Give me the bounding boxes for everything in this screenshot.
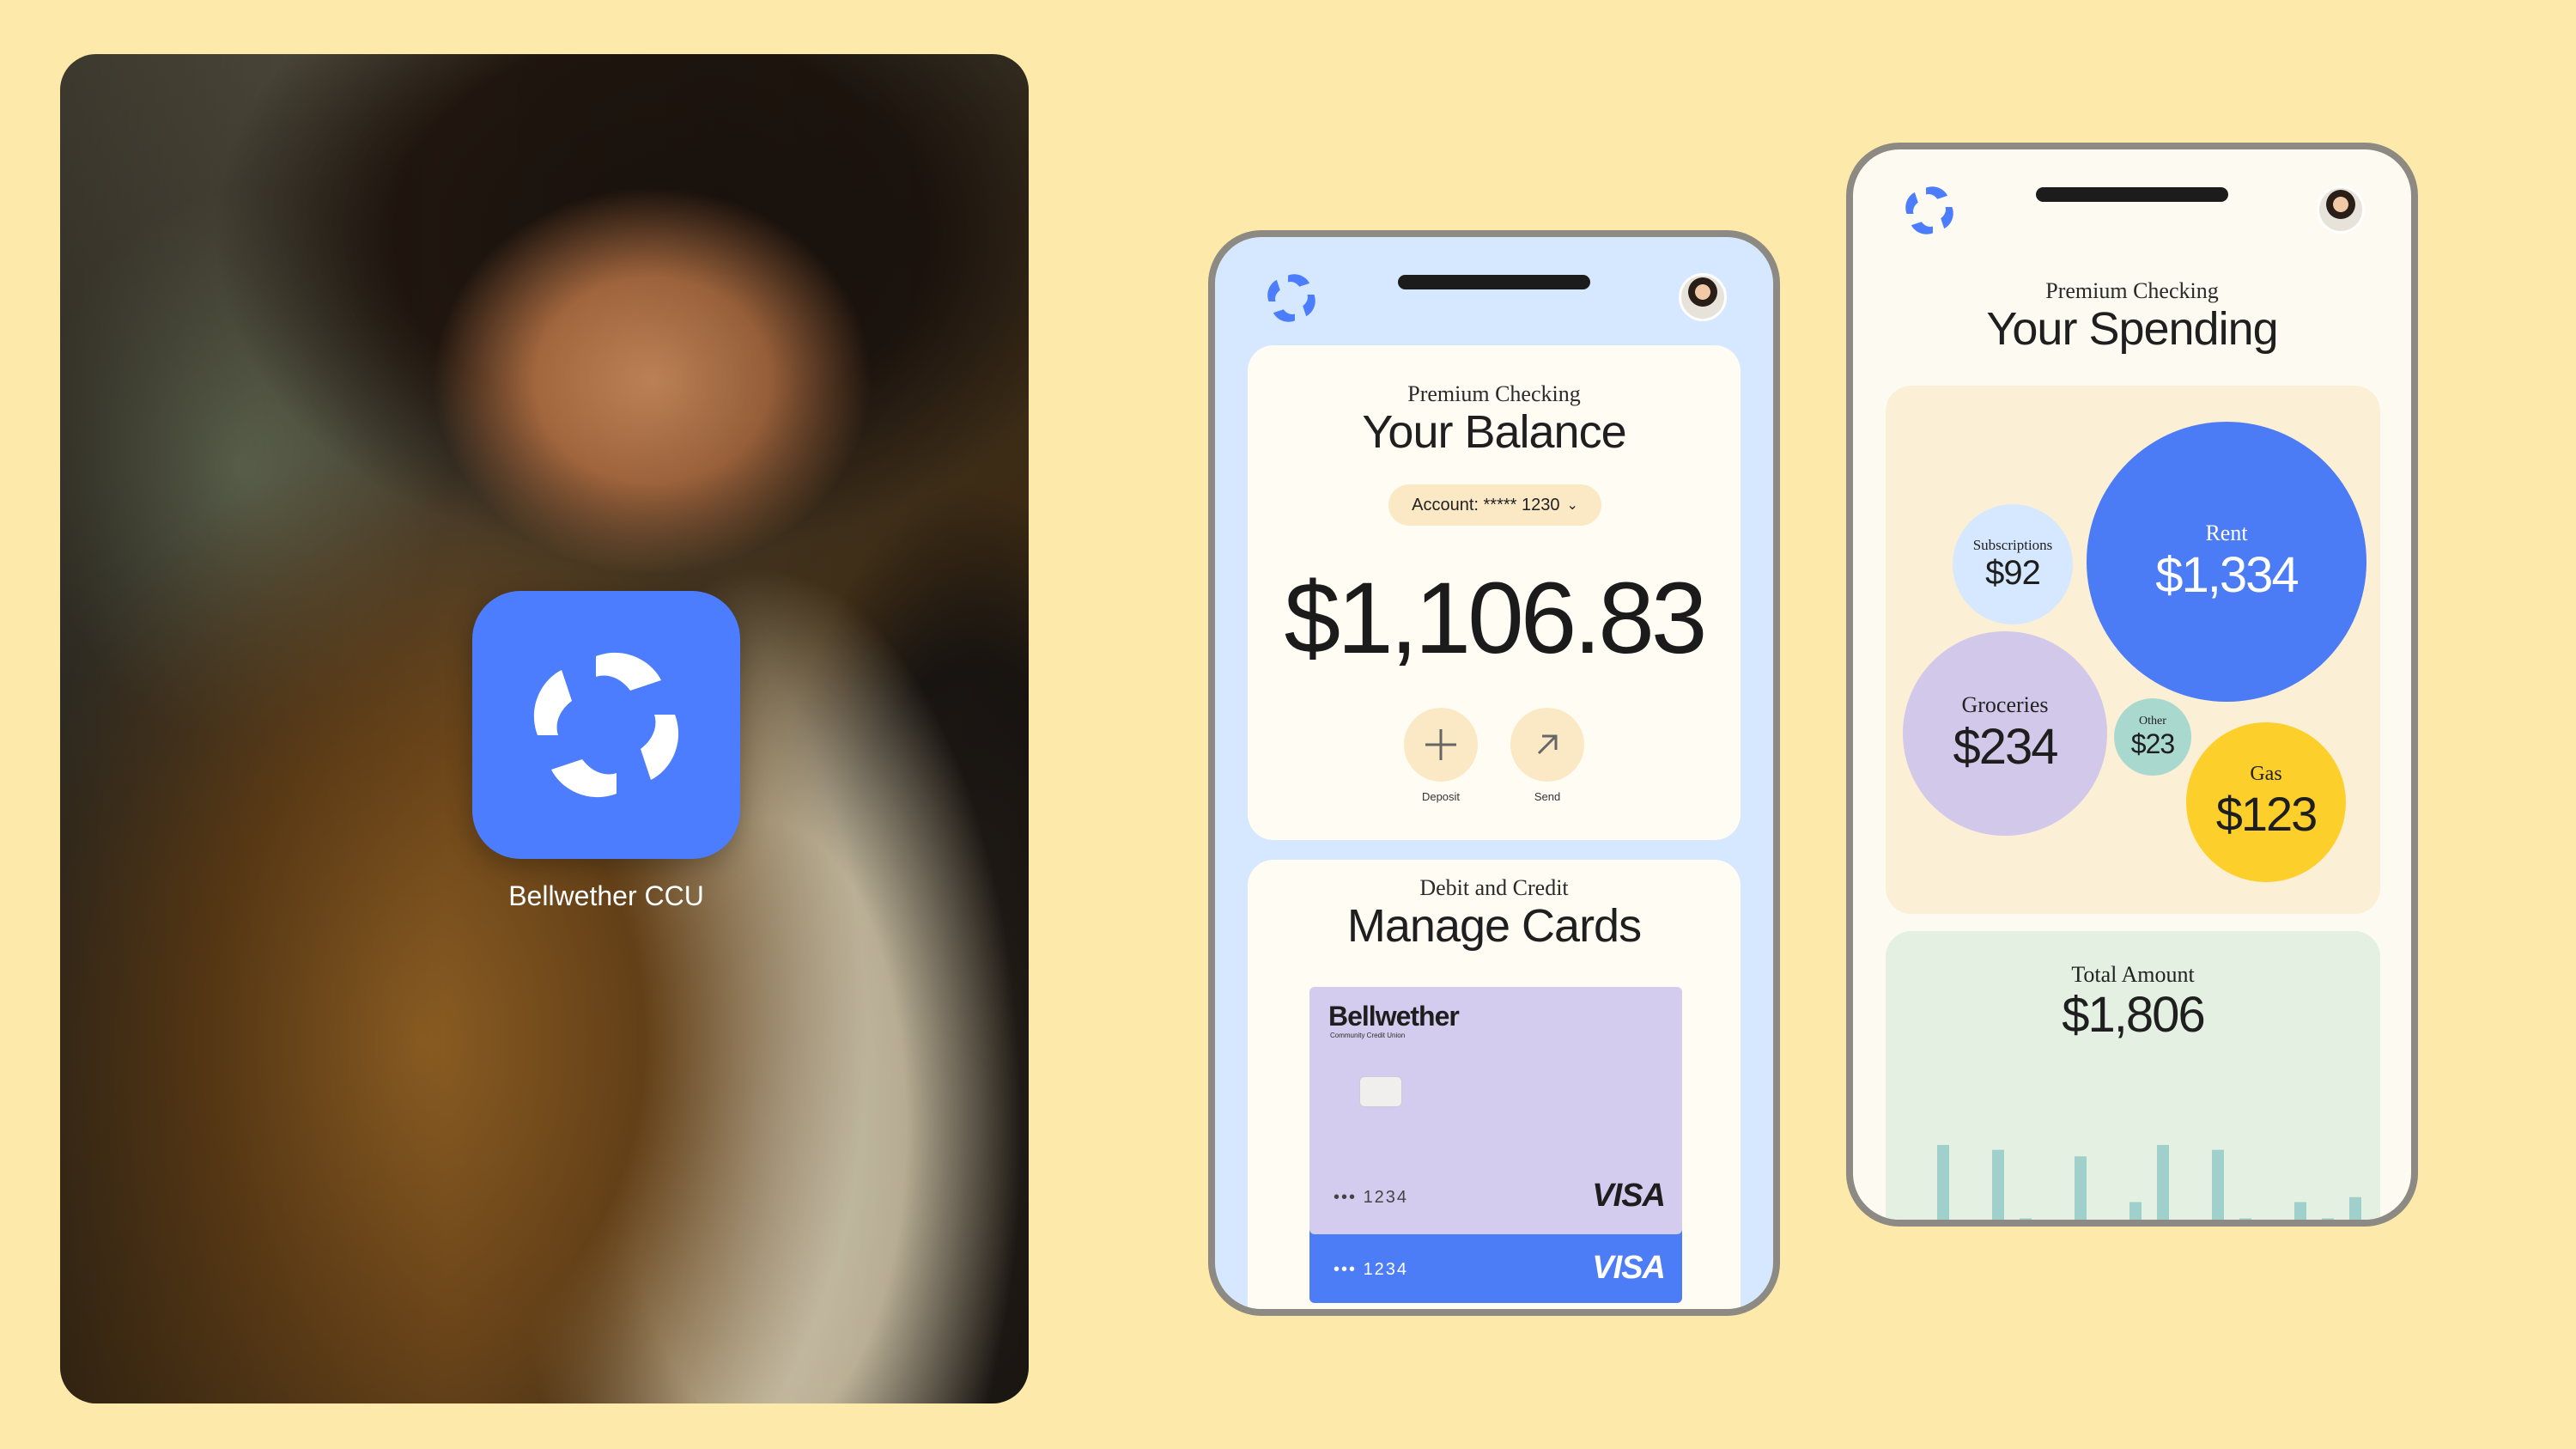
spending-bar <box>2075 1156 2087 1220</box>
plus-icon <box>1404 708 1478 782</box>
chevron-down-icon: ⌄ <box>1566 498 1578 513</box>
visa-logo: VISA <box>1592 1178 1666 1214</box>
send-label: Send <box>1534 790 1561 803</box>
spending-bar <box>1937 1145 1949 1220</box>
manage-cards-card: Debit and Credit Manage Cards ••• 1234 V… <box>1248 860 1741 1309</box>
balance-subtitle: Premium Checking <box>1407 381 1581 406</box>
spending-bar <box>2212 1149 2224 1220</box>
category-name: Gas <box>2250 763 2282 785</box>
account-label: Account: ***** 1230 <box>1412 495 1560 514</box>
card-number: ••• 1234 <box>1334 1260 1409 1279</box>
cards-title: Manage Cards <box>1346 900 1642 952</box>
hero-photo: Bellwether CCU <box>60 54 1029 1403</box>
spending-bubbles-card: Subscriptions $92 Rent $1,334 Groceries … <box>1886 386 2380 914</box>
category-amount: $123 <box>2215 787 2318 841</box>
category-name: Other <box>2139 714 2166 728</box>
spending-bar <box>2129 1202 2142 1220</box>
bubble-subscriptions[interactable]: Subscriptions $92 <box>1953 504 2073 624</box>
spending-subtitle: Premium Checking <box>2045 278 2219 303</box>
phone-spending: Premium Checking Your Spending Subscript… <box>1846 143 2418 1227</box>
bubble-other[interactable]: Other $23 <box>2114 698 2191 776</box>
balance-title: Your Balance <box>1362 406 1626 458</box>
balance-card: Premium Checking Your Balance Account: *… <box>1248 345 1741 840</box>
bellwether-app-icon[interactable] <box>472 591 740 859</box>
card-number: ••• 1234 <box>1334 1188 1409 1207</box>
deposit-label: Deposit <box>1421 790 1461 803</box>
visa-logo: VISA <box>1592 1250 1666 1286</box>
category-name: Rent <box>2205 520 2248 545</box>
avatar[interactable] <box>1679 273 1727 321</box>
app-label: Bellwether CCU <box>508 880 704 911</box>
spending-bar <box>2294 1202 2306 1220</box>
spending-bar <box>2020 1218 2032 1220</box>
category-amount: $23 <box>2130 728 2175 759</box>
bubble-rent[interactable]: Rent $1,334 <box>2087 422 2366 702</box>
category-amount: $234 <box>1953 718 2058 775</box>
phone-balance: Premium Checking Your Balance Account: *… <box>1208 230 1780 1316</box>
card-brand-sub: Community Credit Union <box>1330 1032 1406 1039</box>
pinwheel-logo-icon[interactable] <box>1263 270 1320 326</box>
category-name: Groceries <box>1961 691 2049 717</box>
pinwheel-logo-icon[interactable] <box>1901 182 1958 239</box>
spending-bar <box>2157 1145 2169 1220</box>
balance-amount: $1,106.83 <box>1284 562 1708 675</box>
spending-title: Your Spending <box>1986 303 2278 355</box>
deposit-button[interactable]: Deposit <box>1404 708 1478 803</box>
account-selector[interactable]: Account: ***** 1230 ⌄ <box>1388 484 1601 526</box>
bubble-gas[interactable]: Gas $123 <box>2186 722 2346 882</box>
category-name: Subscriptions <box>1972 536 2053 553</box>
phone-notch <box>2036 187 2228 202</box>
spending-bar <box>2322 1218 2334 1220</box>
spending-bar <box>1992 1149 2004 1220</box>
send-button[interactable]: Send <box>1510 708 1584 803</box>
spending-bar-chart <box>1937 1145 2361 1220</box>
category-amount: $1,334 <box>2155 546 2299 603</box>
bubble-groceries[interactable]: Groceries $234 <box>1903 631 2107 836</box>
spending-bar <box>2349 1196 2361 1220</box>
lavender-card[interactable]: Bellwether Community Credit Union ••• 12… <box>1309 987 1682 1234</box>
spending-bar <box>2239 1218 2251 1220</box>
total-card: Total Amount $1,806 <box>1886 931 2380 1220</box>
phone-notch <box>1398 275 1590 289</box>
category-amount: $92 <box>1985 553 2041 592</box>
avatar[interactable] <box>2317 186 2365 234</box>
arrow-up-right-icon <box>1510 708 1584 782</box>
pinwheel-logo-icon <box>533 652 679 798</box>
cards-subtitle: Debit and Credit <box>1419 875 1569 900</box>
card-brand: Bellwether <box>1328 1001 1460 1032</box>
chip-icon <box>1359 1076 1402 1107</box>
